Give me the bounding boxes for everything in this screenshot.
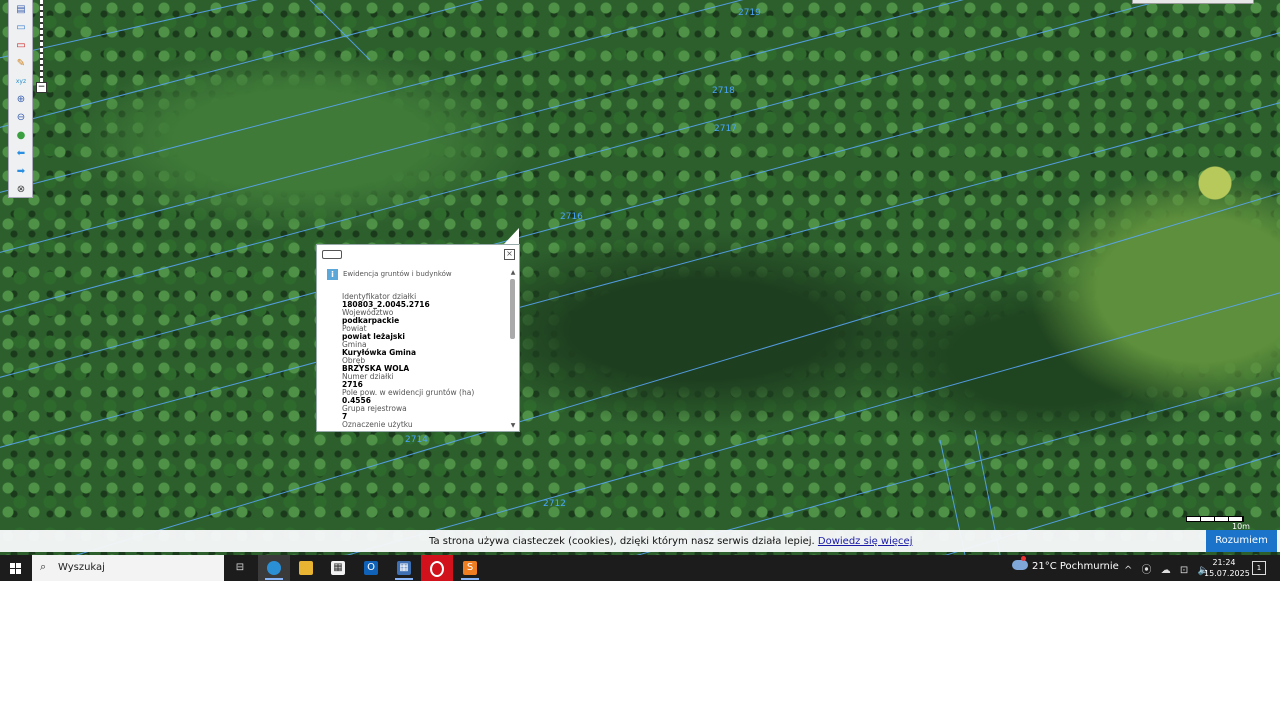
popup-collapse-icon[interactable] — [322, 250, 342, 259]
popup-pointer — [503, 228, 519, 245]
parcel-info-popup: × i Ewidencja gruntów i budynków Identyf… — [316, 244, 520, 432]
taskbar-search[interactable]: ⌕ Wyszukaj — [32, 555, 224, 581]
start-button[interactable] — [0, 555, 32, 581]
taskbar-edge[interactable] — [258, 555, 290, 581]
edge-icon — [267, 561, 281, 575]
cookie-text: Ta strona używa ciasteczek (cookies), dz… — [429, 536, 815, 547]
weather-text: 21°C Pochmurnie — [1032, 561, 1119, 572]
zoom-slider-handle[interactable]: − — [36, 82, 47, 93]
zoom-in-icon[interactable]: ⊕ — [15, 94, 27, 106]
full-extent-globe-icon[interactable]: ● — [15, 130, 27, 142]
cookie-message: Ta strona używa ciasteczek (cookies), dz… — [429, 536, 912, 547]
outlook-icon: O — [364, 561, 378, 575]
parcel-label: 2718 — [712, 86, 735, 96]
field-value: Kuryłówka Gmina — [342, 348, 417, 357]
task-view-button[interactable]: ⊟ — [224, 555, 256, 581]
parcel-label: 2712 — [543, 499, 566, 509]
layer-switcher-edge[interactable] — [1132, 0, 1254, 4]
parcel-boundaries — [0, 0, 1280, 555]
system-tray-icons[interactable]: ^ ⦿ ☁ ⊡ 🔈 — [1124, 561, 1213, 576]
clock-date: 15.07.2025 — [1204, 569, 1250, 578]
field-label: Grupa rejestrowa — [342, 404, 407, 413]
clear-selection-icon[interactable]: ▭ — [15, 40, 27, 52]
taskbar-opera[interactable] — [421, 555, 453, 581]
close-icon[interactable]: × — [504, 249, 515, 260]
task-view-icon: ⊟ — [235, 562, 245, 573]
pan-icon[interactable]: ⊗ — [15, 184, 27, 196]
clock-time: 21:24 — [1212, 558, 1236, 567]
store-icon: ▦ — [331, 561, 345, 575]
info-icon: i — [327, 269, 338, 280]
windows-taskbar: ⌕ Wyszukaj ⊟ ▦ O ▦ S 21°C Pochmurnie ^ ⦿… — [0, 555, 1280, 581]
folder-icon — [299, 561, 313, 575]
opera-icon — [430, 561, 444, 577]
taskbar-calculator[interactable]: ▦ — [388, 555, 420, 581]
search-placeholder: Wyszukaj — [58, 562, 105, 573]
alert-dot — [1021, 556, 1026, 561]
taskbar-outlook[interactable]: O — [355, 555, 387, 581]
cloud-icon — [1012, 556, 1028, 570]
parcel-label: 2714 — [405, 435, 428, 445]
legend-icon[interactable]: ▤ — [15, 4, 27, 16]
parcel-label: 2719 — [738, 8, 761, 18]
popup-title: Ewidencja gruntów i budynków — [343, 270, 452, 278]
zoom-slider[interactable] — [40, 0, 43, 86]
scroll-down-icon[interactable]: ▼ — [509, 422, 517, 429]
taskbar-store[interactable]: ▦ — [322, 555, 354, 581]
taskbar-clock[interactable]: 21:24 15.07.2025 — [1204, 557, 1250, 579]
map-toolbar: ▤ ▭ ▭ ✎ xyz ⊕ ⊖ ● ⬅ ➡ ⊗ — [8, 0, 33, 198]
cookie-learn-more-link[interactable]: Dowiedz się więcej — [818, 536, 913, 547]
select-area-icon[interactable]: ▭ — [15, 22, 27, 34]
field-label: Numer działki — [342, 372, 394, 381]
popup-scrollbar[interactable]: ▲ ▼ — [509, 269, 517, 429]
active-indicator — [265, 578, 283, 580]
sublime-icon: S — [463, 561, 477, 575]
active-indicator — [461, 578, 479, 580]
popup-fields: Identyfikator działki 180803_2.0045.2716… — [342, 293, 507, 429]
scroll-thumb[interactable] — [510, 279, 515, 339]
active-indicator — [395, 578, 413, 580]
parcel-label: 2717 — [714, 124, 737, 134]
zoom-out-icon[interactable]: ⊖ — [15, 112, 27, 124]
weather-widget[interactable]: 21°C Pochmurnie — [1012, 556, 1119, 572]
cookie-accept-button[interactable]: Rozumiem — [1206, 530, 1277, 552]
measure-pencil-icon[interactable]: ✎ — [15, 58, 27, 70]
parcel-label: 2716 — [560, 212, 583, 222]
field-value: powiat leżajski — [342, 332, 405, 341]
forward-arrow-icon[interactable]: ➡ — [15, 166, 27, 178]
notification-center-button[interactable]: 1 — [1252, 561, 1266, 575]
taskbar-file-explorer[interactable] — [290, 555, 322, 581]
xyz-coordinates-icon[interactable]: xyz — [15, 76, 27, 88]
calculator-icon: ▦ — [397, 561, 411, 575]
field-label: Oznaczenie użytku — [342, 420, 413, 429]
cookie-banner: Ta strona używa ciasteczek (cookies), dz… — [0, 530, 1280, 552]
taskbar-sublime[interactable]: S — [454, 555, 486, 581]
windows-logo-icon — [10, 563, 21, 574]
popup-header: × — [317, 245, 519, 263]
scroll-up-icon[interactable]: ▲ — [509, 269, 517, 276]
back-arrow-icon[interactable]: ⬅ — [15, 148, 27, 160]
aerial-map[interactable]: 2719 2718 2717 2716 2714 2712 ▤ ▭ ▭ ✎ xy… — [0, 0, 1280, 555]
search-icon: ⌕ — [40, 560, 47, 573]
